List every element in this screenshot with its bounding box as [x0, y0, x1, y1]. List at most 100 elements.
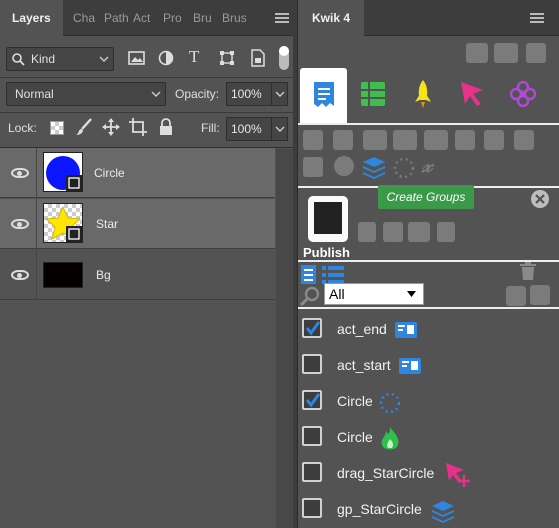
filter-kind-select[interactable]: Kind: [6, 47, 114, 71]
tab-paths[interactable]: Path: [104, 0, 129, 36]
trash-icon[interactable]: [520, 262, 536, 280]
page-icon: [314, 82, 334, 107]
item-checkbox[interactable]: [302, 318, 322, 338]
search-icon: [12, 53, 25, 66]
panel-menu-icon[interactable]: [275, 13, 289, 23]
list-item[interactable]: act_end: [298, 312, 559, 348]
layers-scrollbar[interactable]: [276, 149, 293, 528]
image-icon[interactable]: [484, 130, 504, 150]
publish-label[interactable]: Publish: [303, 245, 350, 260]
list-view-icon[interactable]: [322, 266, 344, 284]
item-checkbox[interactable]: [302, 354, 322, 374]
list-item[interactable]: act_start: [298, 348, 559, 384]
code-icon[interactable]: [363, 130, 387, 150]
list-item[interactable]: drag_StarCircle: [298, 456, 559, 492]
close-icon[interactable]: [530, 189, 550, 209]
item-checkbox[interactable]: [302, 498, 322, 518]
opacity-field[interactable]: 100%: [226, 82, 288, 106]
timer-icon[interactable]: [334, 156, 354, 176]
drag-icon: [446, 463, 470, 487]
pixel-filter-icon[interactable]: [128, 50, 146, 66]
tab-channels[interactable]: Cha: [73, 0, 95, 36]
tablet-icon[interactable]: [308, 196, 348, 242]
save-icon[interactable]: [526, 43, 546, 63]
tab-actions[interactable]: Act: [133, 0, 150, 36]
type-filter-icon[interactable]: T: [189, 47, 199, 67]
smart-object-filter-icon[interactable]: [250, 49, 266, 67]
list-item[interactable]: gp_StarCircle: [298, 492, 559, 528]
group-icon: [432, 501, 454, 523]
create-groups-icon[interactable]: [362, 155, 386, 179]
puzzle-icon[interactable]: [358, 222, 376, 242]
new-page-icon[interactable]: [303, 130, 323, 150]
item-checkbox[interactable]: [302, 390, 322, 410]
rocket-icon[interactable]: [412, 80, 434, 108]
flame-icon: [381, 427, 399, 450]
tab-pages[interactable]: [300, 68, 347, 123]
visibility-eye-icon[interactable]: [11, 270, 29, 280]
tab-kwik[interactable]: Kwik 4: [298, 0, 365, 36]
gallery-icon[interactable]: [408, 222, 430, 242]
blend-mode-select[interactable]: Normal: [6, 82, 166, 106]
item-label: Circle: [337, 393, 373, 409]
brush-icon[interactable]: [75, 118, 93, 136]
add-icon[interactable]: [455, 130, 475, 150]
smart-object-badge-icon: [66, 226, 82, 242]
divider: [271, 118, 272, 140]
item-checkbox[interactable]: [302, 462, 322, 482]
layer-thumbnail: [43, 152, 83, 192]
chevron-down-icon[interactable]: [275, 91, 285, 98]
divider: [36, 250, 37, 300]
item-checkbox[interactable]: [302, 426, 322, 446]
adjustment-filter-icon[interactable]: [158, 50, 174, 66]
layer-row-circle[interactable]: Circle: [0, 148, 275, 198]
fill-value: 100%: [231, 122, 262, 136]
lock-label: Lock:: [8, 121, 37, 135]
layers-grid-icon[interactable]: [361, 82, 385, 106]
tab-properties[interactable]: Pro: [163, 0, 182, 36]
audio-icon[interactable]: [514, 130, 534, 150]
divider: [0, 77, 293, 78]
panel-menu-icon[interactable]: [530, 13, 544, 23]
kwik-panel: Kwik 4 𝓍 Create Groups Publish All act_e…: [297, 0, 559, 528]
layer-row-star[interactable]: Star: [0, 199, 275, 249]
dotted-circle-icon[interactable]: [393, 157, 415, 179]
expression-icon[interactable]: 𝓍: [422, 152, 432, 178]
shape-filter-icon[interactable]: [219, 50, 235, 66]
duplicate-page-icon[interactable]: [333, 130, 353, 150]
search-icon: [300, 286, 320, 306]
move-icon[interactable]: [102, 118, 120, 136]
crop-icon[interactable]: [129, 118, 147, 136]
export-icon[interactable]: [506, 286, 526, 306]
list-item[interactable]: Circle: [298, 420, 559, 456]
divider: [0, 112, 293, 113]
visibility-eye-icon[interactable]: [11, 219, 29, 229]
project-folder-icon[interactable]: [466, 43, 488, 63]
list-item[interactable]: Circle: [298, 384, 559, 420]
puzzle-settings-icon[interactable]: [383, 222, 403, 242]
document-list-icon[interactable]: [301, 265, 316, 284]
video-icon[interactable]: [303, 157, 323, 177]
layers-tabbar: Layers Cha Path Act Pro Bru Brus: [0, 0, 293, 36]
visibility-eye-icon[interactable]: [11, 168, 29, 178]
tab-brush-settings[interactable]: Brus: [222, 0, 247, 36]
lock-icon[interactable]: [159, 118, 173, 135]
variable-icon[interactable]: [393, 130, 417, 150]
tab-layers[interactable]: Layers: [0, 0, 63, 36]
layer-row-bg[interactable]: Bg: [0, 250, 275, 300]
filter-all-select[interactable]: All: [324, 283, 424, 305]
lock-transparent-pixels-icon[interactable]: [50, 121, 64, 135]
open-folder-icon[interactable]: [494, 43, 518, 63]
cursor-interaction-icon[interactable]: [461, 82, 485, 106]
filter-toggle[interactable]: [279, 46, 289, 70]
import-icon[interactable]: [530, 285, 550, 305]
layer-thumbnail: [43, 203, 83, 243]
tab-brushes[interactable]: Bru: [193, 0, 212, 36]
fill-field[interactable]: 100%: [226, 117, 288, 141]
terminal-icon[interactable]: [424, 130, 448, 150]
divider: [271, 83, 272, 105]
copy-icon[interactable]: [437, 222, 455, 242]
chevron-down-icon[interactable]: [275, 126, 285, 133]
flower-icon[interactable]: [510, 81, 536, 107]
action-icon: [395, 322, 417, 338]
